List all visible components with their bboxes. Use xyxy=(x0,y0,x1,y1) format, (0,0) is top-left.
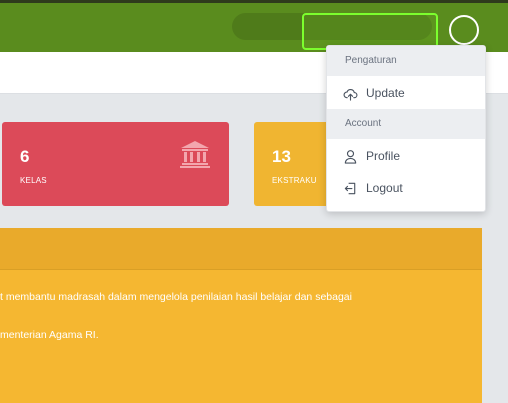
info-panel-header xyxy=(0,228,482,270)
info-text-line: menterian Agama RI. xyxy=(0,329,99,341)
dropdown-item-label: Profile xyxy=(366,149,401,163)
logout-icon xyxy=(344,182,356,195)
stat-label: KELAS xyxy=(20,176,47,185)
dropdown-item-logout[interactable]: Logout xyxy=(327,173,485,203)
user-icon xyxy=(344,150,357,164)
stat-label: EKSTRAKU xyxy=(272,176,317,185)
stat-card-kelas[interactable]: 6 KELAS xyxy=(2,122,229,206)
user-dropdown-menu: Pengaturan Update Account Profile Logout xyxy=(326,45,486,212)
stat-value: 13 xyxy=(272,147,291,166)
dropdown-item-update[interactable]: Update xyxy=(327,78,485,108)
dropdown-section-account: Account xyxy=(327,109,485,139)
dropdown-section-pengaturan: Pengaturan xyxy=(327,46,485,76)
cloud-upload-icon xyxy=(343,89,358,101)
stat-value: 6 xyxy=(20,147,30,166)
dropdown-item-label: Logout xyxy=(366,181,403,195)
bank-icon xyxy=(180,141,210,168)
info-text-line: t membantu madrasah dalam mengelola peni… xyxy=(0,291,352,303)
dropdown-item-profile[interactable]: Profile xyxy=(327,141,485,171)
dropdown-item-label: Update xyxy=(366,86,405,100)
info-panel: t membantu madrasah dalam mengelola peni… xyxy=(0,228,482,403)
avatar[interactable] xyxy=(449,15,479,45)
